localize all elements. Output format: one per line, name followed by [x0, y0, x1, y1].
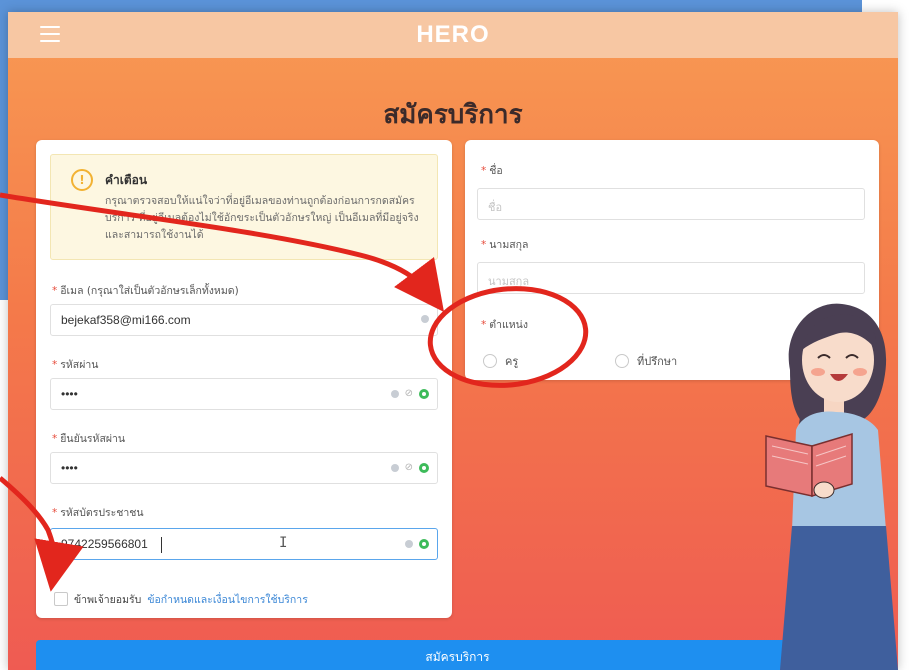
confirm-password-label: * ยืนยันรหัสผ่าน	[52, 433, 126, 445]
citizen-id-value: 9742259566801	[61, 537, 148, 551]
last-name-placeholder: นามสกุล	[488, 275, 530, 288]
terms-link[interactable]: ข้อกำหนดและเงื่อนไขการใช้บริการ	[147, 594, 308, 606]
radio-advisor[interactable]	[615, 354, 629, 368]
autofill-icon	[405, 540, 413, 548]
teacher-illustration	[765, 303, 898, 670]
email-field[interactable]: bejekaf358@mi166.com	[50, 304, 438, 336]
page-title: สมัครบริการ	[383, 100, 523, 130]
eye-off-icon[interactable]: ⊘	[405, 389, 413, 399]
first-name-placeholder: ชื่อ	[488, 201, 503, 214]
valid-check-icon	[419, 539, 429, 549]
confirm-password-field[interactable]: •••• ⊘	[50, 452, 438, 484]
brand-logo[interactable]: HERO	[8, 21, 898, 49]
agree-text: ข้าพเจ้ายอมรับ ข้อกำหนดและเงื่อนไขการใช้บ…	[74, 594, 308, 606]
account-form-card: ! คำเตือน กรุณาตรวจสอบให้แน่ใจว่าที่อยู่…	[36, 140, 452, 618]
position-label: * ตำแหน่ง	[481, 319, 528, 331]
first-name-label: * ชื่อ	[481, 165, 503, 177]
email-label: * อีเมล (กรุณาใส่เป็นตัวอักษรเล็กทั้งหมด)	[52, 285, 239, 297]
citizen-id-label: * รหัสบัตรประชาชน	[52, 507, 144, 519]
last-name-label: * นามสกุล	[481, 239, 529, 251]
ibeam-cursor-icon: I	[279, 535, 288, 551]
autofill-icon	[390, 390, 399, 398]
info-icon: !	[71, 169, 93, 191]
password-label: * รหัสผ่าน	[52, 359, 99, 371]
confirm-password-value: ••••	[61, 461, 78, 475]
password-field[interactable]: •••• ⊘	[50, 378, 438, 410]
autofill-icon	[421, 315, 429, 323]
password-value: ••••	[61, 387, 78, 401]
valid-check-icon	[419, 389, 429, 399]
valid-check-icon	[419, 463, 429, 473]
position-option-advisor[interactable]: ที่ปรึกษา	[615, 352, 677, 370]
citizen-id-field[interactable]: 9742259566801 I	[50, 528, 438, 560]
agree-checkbox[interactable]	[54, 592, 68, 606]
eye-off-icon[interactable]: ⊘	[405, 463, 413, 473]
email-value: bejekaf358@mi166.com	[61, 313, 191, 327]
warning-title: คำเตือน	[105, 173, 148, 187]
warning-text: กรุณาตรวจสอบให้แน่ใจว่าที่อยู่อีเมลของท่…	[105, 195, 419, 241]
top-navbar: HERO	[8, 12, 898, 58]
radio-teacher[interactable]	[483, 354, 497, 368]
first-name-field[interactable]: ชื่อ	[477, 188, 865, 220]
warning-box: ! คำเตือน กรุณาตรวจสอบให้แน่ใจว่าที่อยู่…	[50, 154, 438, 260]
autofill-icon	[390, 464, 399, 472]
position-option-teacher[interactable]: ครู	[483, 352, 518, 370]
text-caret	[161, 537, 162, 553]
